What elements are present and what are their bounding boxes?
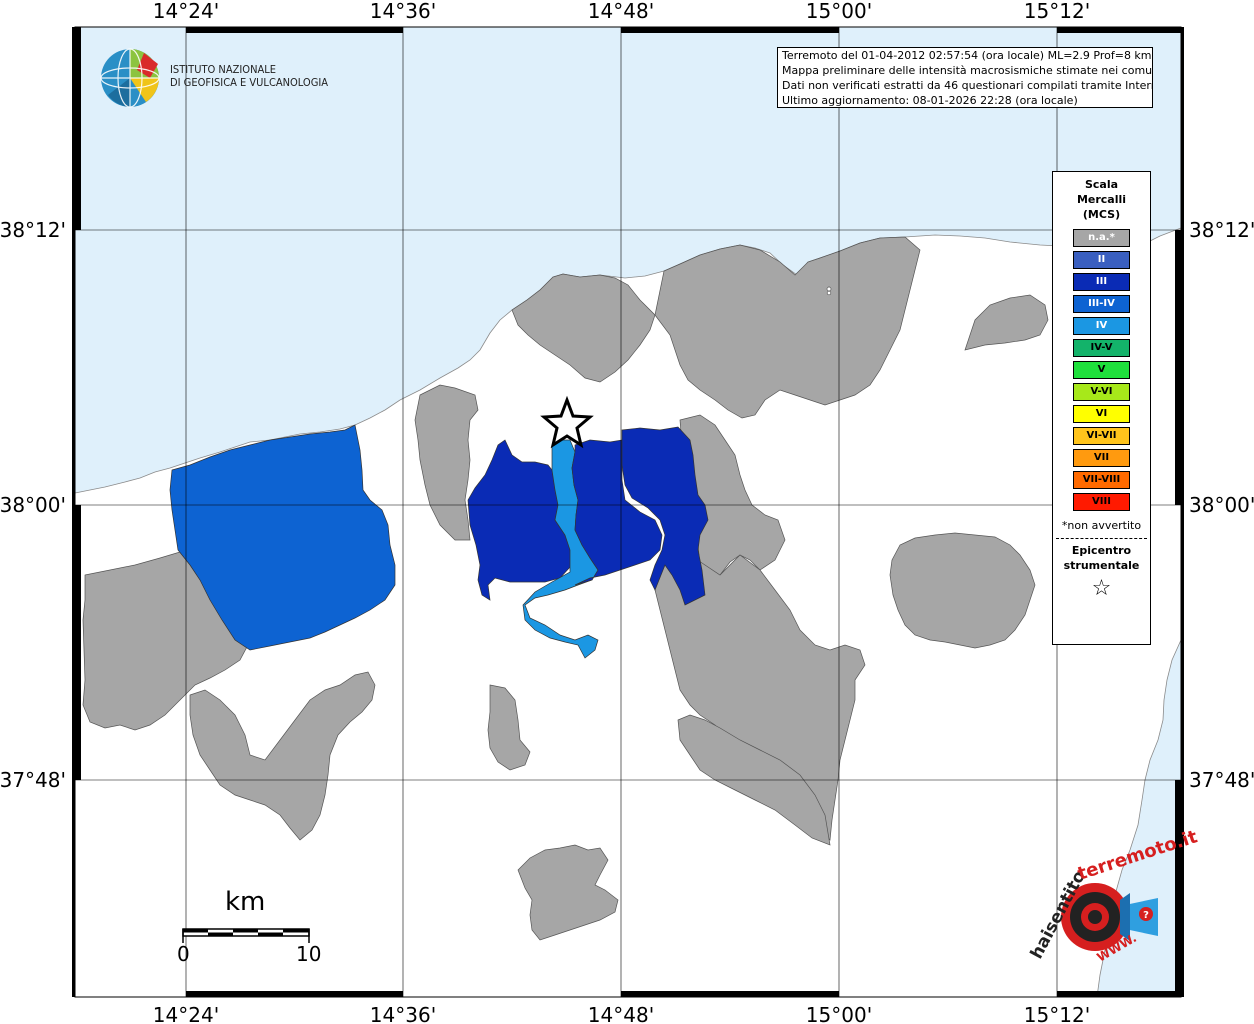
lat-label-left: 38°12'	[0, 218, 66, 242]
lon-label-top: 14°36'	[370, 0, 436, 23]
axis-labels-right: 38°12' 38°00' 37°48'	[1189, 218, 1254, 792]
legend-chip: V-VI	[1073, 383, 1130, 401]
info-line3: Dati non verificati estratti da 46 quest…	[782, 79, 1153, 92]
legend-title-line3: (MCS)	[1082, 208, 1121, 221]
mcs-legend: Scala Mercalli (MCS) n.a.* II III III-IV IV I…	[1052, 171, 1151, 645]
legend-chip: III-IV	[1073, 295, 1130, 313]
legend-epicentre: Epicentro strumentale	[1053, 543, 1150, 573]
lat-label-left: 38°00'	[0, 493, 66, 517]
legend-epicentre-line1: Epicentro	[1071, 544, 1132, 557]
lat-label-right: 37°48'	[1189, 768, 1254, 792]
legend-chip: IV-V	[1073, 339, 1130, 357]
legend-star-icon: ☆	[1091, 576, 1112, 601]
legend-chip: III	[1073, 273, 1130, 291]
scale-min: 0	[177, 942, 190, 966]
lon-label-top: 15°12'	[1024, 0, 1090, 23]
legend-chip: VI	[1073, 405, 1130, 423]
legend-chip: VII	[1073, 449, 1130, 467]
ingv-line1: ISTITUTO NAZIONALE	[170, 63, 277, 76]
info-line2: Mappa preliminare delle intensità macros…	[782, 64, 1153, 77]
legend-title: Scala Mercalli (MCS)	[1053, 177, 1150, 222]
legend-chip: IV	[1073, 317, 1130, 335]
legend-title-line1: Scala	[1084, 178, 1119, 191]
lon-label-top: 15°00'	[806, 0, 872, 23]
legend-chip: V	[1073, 361, 1130, 379]
scale-max: 10	[296, 942, 322, 966]
info-line4: Ultimo aggiornamento: 08-01-2026 22:28 (…	[782, 94, 1078, 107]
info-line1: Terremoto del 01-04-2012 02:57:54 (ora l…	[782, 49, 1152, 62]
legend-chip: VI-VII	[1073, 427, 1130, 445]
badge-question: ?	[1143, 910, 1149, 921]
lon-label-top: 14°48'	[588, 0, 654, 23]
lon-label-bottom: 15°00'	[806, 1003, 872, 1024]
lon-label-bottom: 14°48'	[588, 1003, 654, 1024]
lat-label-right: 38°00'	[1189, 493, 1254, 517]
ingv-logo-text: ISTITUTO NAZIONALE DI GEOFISICA E VULCAN…	[170, 63, 328, 89]
legend-items: n.a.* II III III-IV IV IV-V V V-VI VI VI-VII VII VI…	[1053, 229, 1150, 511]
ingv-globe-logo	[100, 48, 160, 108]
ingv-line2: DI GEOFISICA E VULCANOLOGIA	[170, 76, 329, 89]
axis-labels-bottom: 14°24' 14°36' 14°48' 15°00' 15°12'	[153, 1003, 1090, 1024]
axis-labels-top: 14°24' 14°36' 14°48' 15°00' 15°12'	[153, 0, 1090, 23]
lat-label-left: 37°48'	[0, 768, 66, 792]
legend-chip: n.a.*	[1073, 229, 1130, 247]
legend-chip: VII-VIII	[1073, 471, 1130, 489]
lon-label-bottom: 15°12'	[1024, 1003, 1090, 1024]
legend-chip: II	[1073, 251, 1130, 269]
axis-labels-left: 38°12' 38°00' 37°48'	[0, 218, 66, 792]
scale-unit: km	[225, 887, 266, 917]
legend-note: *non avvertito	[1061, 519, 1142, 532]
lon-label-bottom: 14°24'	[153, 1003, 219, 1024]
lon-label-bottom: 14°36'	[370, 1003, 436, 1024]
legend-epicentre-line2: strumentale	[1063, 559, 1140, 572]
lon-label-top: 14°24'	[153, 0, 219, 23]
event-info-box: Terremoto del 01-04-2012 02:57:54 (ora l…	[777, 47, 1153, 108]
legend-chip: VIII	[1073, 493, 1130, 511]
legend-separator	[1056, 538, 1147, 539]
lat-label-right: 38°12'	[1189, 218, 1254, 242]
legend-title-line2: Mercalli	[1076, 193, 1127, 206]
